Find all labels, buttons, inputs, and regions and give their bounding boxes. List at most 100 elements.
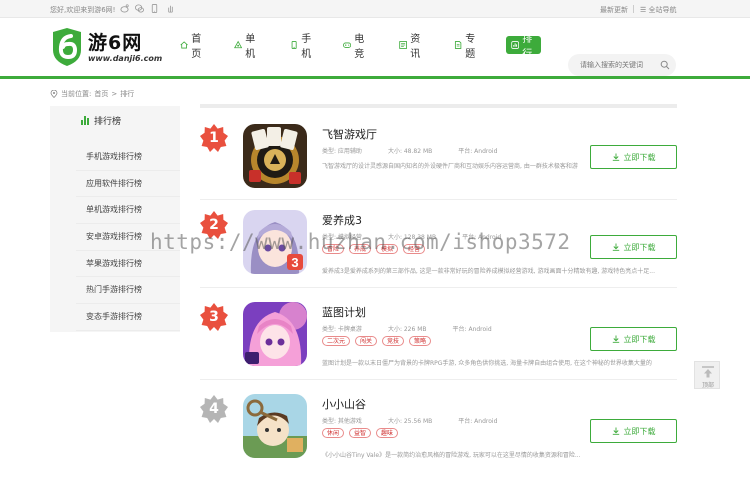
bar-chart-icon	[81, 116, 89, 125]
app-platform: 平台: Android	[452, 326, 492, 333]
download-button[interactable]: 立即下载	[590, 145, 677, 169]
news-icon	[399, 41, 407, 49]
download-label: 立即下载	[623, 426, 656, 436]
nav-item-topics[interactable]: 专题	[454, 34, 479, 60]
nav-item-standalone[interactable]: 单机	[234, 34, 259, 60]
app-tag[interactable]: 休闲	[322, 428, 345, 438]
weibo-icon[interactable]	[120, 4, 129, 13]
ranking-sidebar: 排行榜 手机游戏排行榜 应用软件排行榜 单机游戏排行榜 安卓游戏排行榜 苹果游戏…	[50, 106, 180, 332]
sidebar-item-apps[interactable]: 应用软件排行榜	[76, 170, 180, 198]
site-nav-link[interactable]: ☰ 全站导航	[640, 5, 677, 15]
app-size: 大小: 226 MB	[387, 326, 427, 333]
breadcrumb-current: 排行	[120, 90, 135, 98]
app-size: 大小: 48.82 MB	[387, 148, 433, 155]
download-icon	[612, 153, 619, 161]
app-icon[interactable]	[243, 394, 307, 458]
rank-number: 3	[209, 309, 219, 325]
search-input[interactable]	[580, 58, 660, 72]
app-meta: 类型: 其他游戏 大小: 25.56 MB 平台: Android	[322, 416, 523, 425]
nav-item-home[interactable]: 首页	[180, 34, 205, 60]
mobile-icon[interactable]	[150, 4, 159, 13]
app-tags: 休闲 益智 趣味	[322, 428, 403, 438]
app-title[interactable]: 蓝图计划	[322, 304, 366, 320]
valley-character-icon	[243, 394, 307, 458]
download-label: 立即下载	[623, 152, 656, 162]
svg-text:3: 3	[291, 255, 298, 270]
sidebar-item-android-games[interactable]: 安卓游戏排行榜	[76, 224, 180, 251]
breadcrumb-home[interactable]: 首页	[94, 89, 108, 99]
app-tag[interactable]: 趣味	[376, 428, 399, 438]
app-tag[interactable]: 益智	[349, 428, 372, 438]
app-description: 蓝图计划是一款以末日僵尸为背景的卡牌RPG手游, 众多角色供你挑选, 海量卡牌自…	[322, 360, 652, 367]
app-tag[interactable]: 模拟	[376, 244, 399, 254]
download-button[interactable]: 立即下载	[590, 235, 677, 259]
search-box	[568, 54, 676, 76]
nav-label: 专题	[465, 34, 476, 60]
app-type: 类型: 应用辅助	[322, 148, 362, 155]
download-icon	[612, 427, 619, 435]
logo-url: www.danji6.com	[88, 54, 163, 63]
download-button[interactable]: 立即下载	[590, 419, 677, 443]
app-icon[interactable]	[243, 302, 307, 366]
wechat-icon[interactable]	[135, 4, 144, 13]
rank-badge: 3	[200, 303, 228, 331]
rank-number: 1	[209, 130, 219, 146]
hand-icon[interactable]	[166, 4, 175, 13]
home-icon	[180, 41, 188, 49]
nav-item-mobile[interactable]: 手机	[290, 34, 315, 60]
app-title[interactable]: 飞智游戏厅	[322, 126, 377, 142]
app-title[interactable]: 小小山谷	[322, 396, 366, 412]
topic-icon	[454, 41, 462, 49]
sidebar-item-hot-games[interactable]: 热门手游排行榜	[76, 277, 180, 305]
app-icon[interactable]: 3	[243, 210, 307, 274]
sidebar-item-ios-games[interactable]: 苹果游戏排行榜	[76, 250, 180, 278]
nav-label: 首页	[191, 34, 202, 60]
site-logo[interactable]: 游6网 www.danji6.com	[50, 26, 163, 72]
app-title[interactable]: 爱养成3	[322, 212, 362, 228]
nav-item-esports[interactable]: 电竞	[343, 34, 368, 60]
app-icon[interactable]	[243, 124, 307, 188]
casino-chip-icon	[243, 124, 307, 188]
nav-item-news[interactable]: 资讯	[399, 34, 424, 60]
sidebar-list: 手机游戏排行榜 应用软件排行榜 单机游戏排行榜 安卓游戏排行榜 苹果游戏排行榜 …	[76, 144, 180, 331]
search-icon[interactable]	[660, 60, 670, 70]
nav-label: 电竞	[354, 34, 365, 60]
download-icon	[612, 243, 619, 251]
app-tag[interactable]: 经营	[403, 244, 426, 254]
app-tag[interactable]: 二次元	[322, 336, 351, 346]
nav-label: 资讯	[410, 34, 421, 60]
location-icon	[50, 90, 58, 98]
back-to-top-button[interactable]: 顶部	[694, 361, 720, 389]
breadcrumb-prefix: 当前位置:	[61, 90, 92, 98]
header: 游6网 www.danji6.com 首页 单机 手机 电竞 资讯 专题 排行 …	[0, 18, 750, 76]
app-description: 《小小山谷Tiny Vale》是一款简约治愈风格的冒险游戏, 玩家可以在这里尽情…	[322, 452, 581, 459]
app-tags: 二次元 闯关 竞技 策略	[322, 336, 436, 346]
header-divider	[0, 76, 750, 79]
sidebar-item-modded-games[interactable]: 变态手游排行榜	[76, 304, 180, 331]
latest-update-link[interactable]: 最新更新	[600, 5, 628, 15]
gamepad-icon	[234, 40, 243, 49]
sidebar-item-pc-games[interactable]: 单机游戏排行榜	[76, 197, 180, 225]
app-meta: 类型: 应用辅助 大小: 48.82 MB 平台: Android	[322, 146, 523, 155]
breadcrumb-separator: >	[111, 90, 118, 98]
app-tag[interactable]: 冒险	[322, 244, 345, 254]
rank-badge: 1	[200, 124, 228, 152]
rank-badge: 2	[200, 211, 228, 239]
app-type: 类型: 其他游戏	[322, 418, 362, 425]
list-top-bar	[200, 104, 677, 108]
app-type: 类型: 卡牌桌游	[322, 326, 362, 333]
download-button[interactable]: 立即下载	[590, 327, 677, 351]
rank-number: 4	[209, 401, 219, 417]
sidebar-item-mobile-games[interactable]: 手机游戏排行榜	[76, 144, 180, 171]
app-meta: 类型: 模拟经营 大小: 128.38 MB 平台: Android	[322, 232, 527, 241]
sidebar-heading: 排行榜	[50, 106, 180, 134]
ranking-row: 1 飞智游戏厅 类型: 应用辅助 大小: 48.82 MB 平台: Androi…	[200, 112, 677, 200]
topbar-divider	[633, 5, 634, 13]
app-tags: 冒险 养成 模拟 经营	[322, 244, 430, 254]
app-tag[interactable]: 策略	[409, 336, 432, 346]
top-bar: 您好,欢迎来到游6网! 最新更新 ☰ 全站导航	[0, 0, 750, 18]
app-tag[interactable]: 养成	[349, 244, 372, 254]
app-tag[interactable]: 竞技	[382, 336, 405, 346]
nav-item-ranking[interactable]: 排行	[506, 34, 541, 60]
app-tag[interactable]: 闯关	[355, 336, 378, 346]
